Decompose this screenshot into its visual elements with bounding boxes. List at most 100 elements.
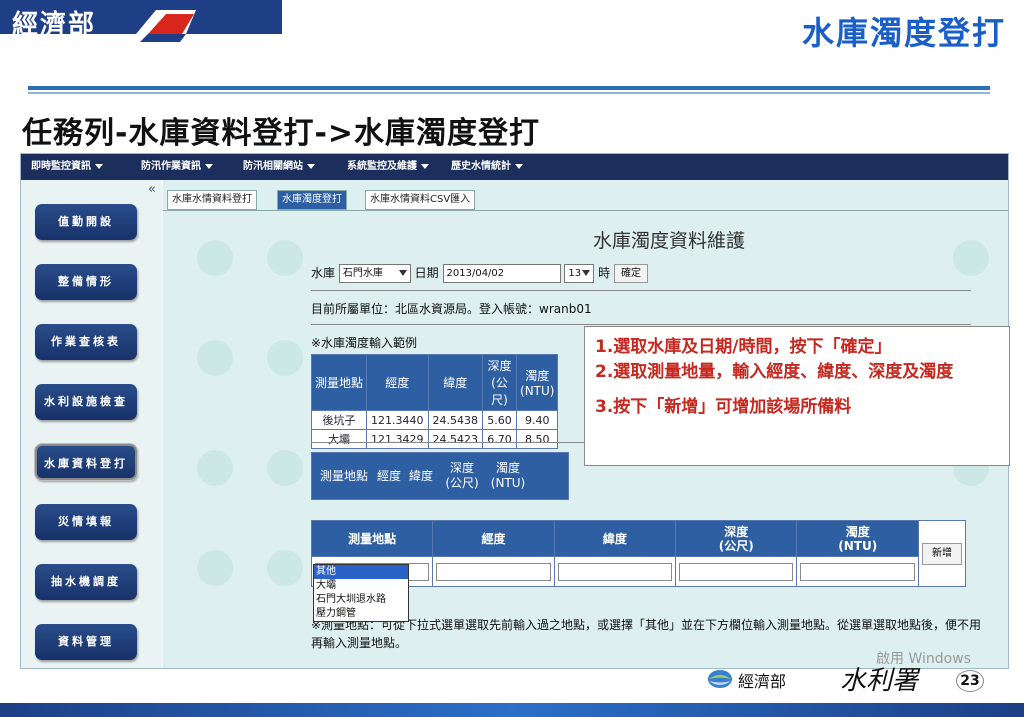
- moea-logo: 經濟部: [0, 0, 282, 54]
- table-row: 大壩 121.3429 24.5423 6.70 8.50: [310, 429, 559, 449]
- logo-text: 經濟部: [12, 10, 97, 40]
- column-header: 緯度: [553, 520, 677, 557]
- example-title: ※水庫濁度輸入範例: [311, 336, 418, 350]
- water-drop-icon: [197, 240, 233, 276]
- dropdown-option[interactable]: 壓力鋼管: [314, 607, 408, 621]
- page-number: 23: [956, 670, 984, 692]
- tab-reservoir-turbidity-entry[interactable]: 水庫濁度登打: [277, 190, 347, 210]
- menu-realtime-monitor[interactable]: 即時監控資訊: [31, 154, 103, 180]
- header-rule-thin: [28, 92, 990, 94]
- task-heading: 任務列-水庫資料登打->水庫濁度登打: [22, 116, 541, 151]
- tab-divider: [163, 210, 1008, 211]
- chevron-down-icon: [205, 163, 213, 169]
- footer-org-text: 經濟部: [738, 672, 787, 691]
- table-cell: 8.50: [516, 429, 559, 449]
- water-drop-icon: [267, 340, 303, 376]
- location-dropdown[interactable]: 其他 大壩 石門大圳退水路 壓力鋼管: [313, 564, 409, 622]
- column-header: 緯度: [427, 354, 484, 411]
- hour-select[interactable]: 13: [564, 264, 595, 283]
- sidebar-item-duty[interactable]: 值勤開設: [35, 204, 137, 240]
- menu-history-stats[interactable]: 歷史水情統計: [451, 154, 523, 180]
- reservoir-label: 水庫: [311, 266, 336, 280]
- column-header: 測量地點: [310, 520, 434, 557]
- sidebar-item-disaster-report[interactable]: 災情填報: [35, 504, 137, 540]
- top-banner: 經濟部 水庫濁度登打: [0, 0, 1024, 54]
- flag-swoosh-icon: [136, 10, 196, 42]
- confirm-button[interactable]: 確定: [614, 264, 649, 283]
- table-header-row: 測量地點 經度 緯度 深度 (公尺) 濁度 (NTU) 新增: [310, 520, 966, 587]
- longitude-input[interactable]: [436, 562, 551, 581]
- entry-table: 測量地點 經度 緯度 深度 (公尺) 濁度 (NTU) 新增: [310, 520, 966, 587]
- dropdown-option[interactable]: 其他: [314, 565, 408, 579]
- water-drop-icon: [267, 550, 303, 586]
- table-cell: 6.70: [482, 429, 518, 449]
- chevron-down-icon: [95, 163, 103, 169]
- slide: 經濟部 水庫濁度登打 任務列-水庫資料登打->水庫濁度登打 即時監控資訊 防汛作…: [0, 0, 1024, 717]
- table-cell: 121.3429: [366, 429, 429, 449]
- chevron-down-icon: [421, 163, 429, 169]
- column-header: 深度 (公尺): [675, 520, 798, 557]
- sidebar-item-checklist[interactable]: 作業查核表: [35, 324, 137, 360]
- column-header: 經度: [376, 469, 401, 483]
- tab-reservoir-csv-import[interactable]: 水庫水情資料CSV匯入: [365, 190, 476, 210]
- unit-account-info: 目前所屬單位：北區水資源局。登入帳號：wranb01: [311, 302, 592, 316]
- menu-system-maintenance[interactable]: 系統監控及維護: [347, 154, 429, 180]
- slide-title: 水庫濁度登打: [801, 14, 1006, 52]
- filter-row: 水庫 石門水庫 日期 2013/04/02 13 時 確定: [311, 262, 649, 284]
- column-header: 測量地點: [310, 354, 368, 411]
- table-cell: 9.40: [516, 410, 559, 430]
- ministry-logo-icon: [708, 670, 732, 688]
- column-header: 濁度(NTU): [490, 461, 526, 490]
- table-cell: 24.5438: [427, 410, 484, 430]
- instruction-callout: 1.選取水庫及日期/時間，按下「確定」 2.選取測量地量，輸入經度、緯度、深度及…: [584, 326, 1010, 466]
- water-drop-icon: [953, 240, 989, 276]
- empty-data-table-header: 測量地點 經度 緯度 深度(公尺) 濁度(NTU): [311, 452, 569, 500]
- dropdown-option[interactable]: 大壩: [314, 579, 408, 593]
- sidebar-item-pump-dispatch[interactable]: 抽水機調度: [35, 564, 137, 600]
- instruction-step-2: 2.選取測量地量，輸入經度、緯度、深度及濁度: [595, 362, 954, 382]
- example-table: 測量地點 經度 緯度 深度(公尺) 濁度(NTU) 後坑子 121.3440 2…: [310, 354, 559, 449]
- depth-input[interactable]: [679, 562, 794, 581]
- table-cell: 24.5423: [427, 429, 484, 449]
- column-header: 經度: [366, 354, 429, 411]
- sidebar-item-reservoir-entry[interactable]: 水庫資料登打: [34, 443, 138, 481]
- add-button[interactable]: 新增: [922, 542, 962, 565]
- column-header: 深度(公尺): [482, 354, 518, 411]
- tab-reservoir-water-entry[interactable]: 水庫水情資料登打: [167, 190, 257, 210]
- footer-bar: [0, 703, 1024, 717]
- column-header: 測量地點: [319, 469, 368, 483]
- hour-label: 時: [598, 266, 611, 280]
- water-drop-icon: [197, 450, 233, 486]
- table-cell: 大壩: [310, 429, 368, 449]
- sidebar-item-facility-check[interactable]: 水利設施檢查: [35, 384, 137, 420]
- collapse-sidebar-icon[interactable]: «: [148, 182, 156, 197]
- water-drop-icon: [267, 240, 303, 276]
- header-rule: [28, 86, 990, 90]
- sidebar-item-readiness[interactable]: 整備情形: [35, 264, 137, 300]
- footer-org-script: 水利署: [840, 666, 919, 696]
- column-header: 緯度: [408, 469, 433, 483]
- dropdown-option[interactable]: 石門大圳退水路: [314, 593, 408, 607]
- date-label: 日期: [414, 266, 439, 280]
- menu-related-sites[interactable]: 防汛相關網站: [243, 154, 315, 180]
- column-header: 濁度 (NTU): [796, 520, 919, 557]
- table-header-row: 測量地點 經度 緯度 深度(公尺) 濁度(NTU): [310, 354, 559, 411]
- column-header: 濁度(NTU): [516, 354, 559, 411]
- turbidity-input[interactable]: [800, 562, 915, 581]
- chevron-down-icon: [582, 270, 591, 276]
- sidebar-item-data-management[interactable]: 資料管理: [35, 624, 137, 660]
- chevron-down-icon: [515, 163, 523, 169]
- water-drop-icon: [197, 550, 233, 586]
- instruction-step-1: 1.選取水庫及日期/時間，按下「確定」: [595, 337, 892, 357]
- top-menubar: 即時監控資訊 防汛作業資訊 防汛相關網站 系統監控及維護 歷史水情統計: [21, 154, 1008, 180]
- divider: [311, 324, 971, 325]
- table-row: 後坑子 121.3440 24.5438 5.60 9.40: [310, 410, 559, 430]
- page-title: 水庫濁度資料維護: [593, 230, 746, 252]
- reservoir-select[interactable]: 石門水庫: [338, 264, 411, 283]
- water-drop-icon: [197, 340, 233, 376]
- menu-flood-operations[interactable]: 防汛作業資訊: [141, 154, 213, 180]
- column-header: 經度: [432, 520, 555, 557]
- table-row: [310, 556, 966, 587]
- date-input[interactable]: 2013/04/02: [442, 264, 561, 283]
- latitude-input[interactable]: [557, 562, 673, 581]
